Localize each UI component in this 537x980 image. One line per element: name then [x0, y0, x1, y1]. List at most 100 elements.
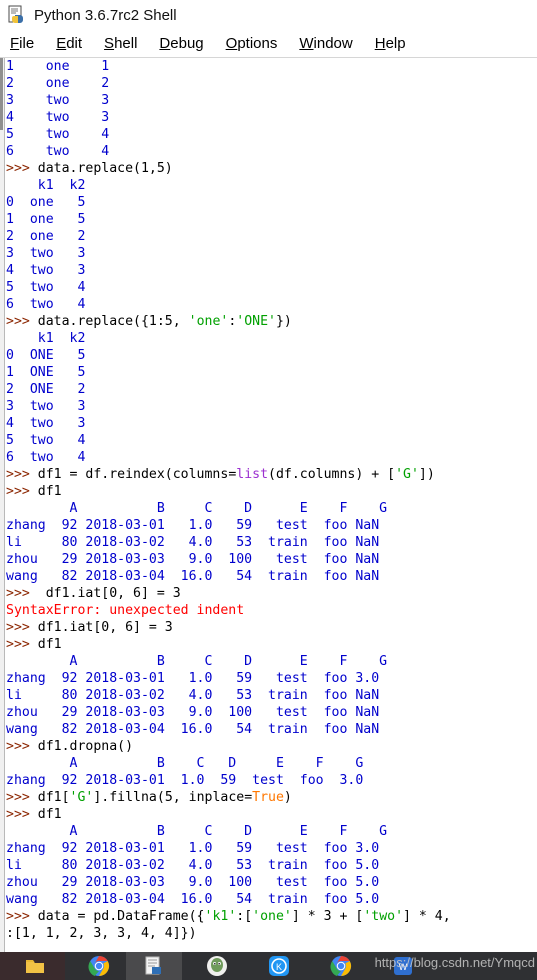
shell-line: 4 two 3 [6, 415, 537, 432]
shell-line: k1 k2 [6, 330, 537, 347]
shell-segment: 1 one 1 [6, 59, 110, 74]
shell-line: 0 ONE 5 [6, 347, 537, 364]
shell-segment: li 80 2018-03-02 4.0 53 train foo 5.0 [6, 858, 380, 873]
menu-options[interactable]: Options [226, 35, 278, 52]
menu-bar: File Edit Shell Debug Options Window Hel… [0, 30, 537, 58]
shell-output[interactable]: 1 one 1 2 one 2 3 two 3 4 two 3 5 two 4 6 two… [6, 58, 537, 952]
notepad-document-icon[interactable] [142, 955, 164, 977]
menu-window[interactable]: Window [299, 35, 352, 52]
shell-segment: df1 [37, 807, 62, 822]
prompt-marker: >>> [6, 467, 38, 482]
shell-segment: 4 two 3 [6, 110, 110, 125]
shell-segment: ] * 4, [403, 909, 451, 924]
shell-segment: A B C D E F G [6, 501, 388, 516]
kugou-app-icon[interactable]: K [268, 955, 290, 977]
shell-segment: data.replace(1,5) [37, 161, 173, 176]
shell-segment: 'G' [395, 467, 419, 482]
shell-segment: 5 two 4 [6, 433, 86, 448]
shell-segment: 'ONE' [236, 314, 276, 329]
shell-line: wang 82 2018-03-04 16.0 54 train foo NaN [6, 721, 537, 738]
avatar-app-icon[interactable] [206, 955, 228, 977]
shell-segment: k1 k2 [6, 331, 86, 346]
chrome-icon[interactable] [88, 955, 110, 977]
shell-segment: 5 two 4 [6, 127, 110, 142]
shell-segment: 5 two 4 [6, 280, 86, 295]
shell-line: 6 two 4 [6, 143, 537, 160]
shell-line: li 80 2018-03-02 4.0 53 train foo 5.0 [6, 857, 537, 874]
shell-segment: A B C D E F G [6, 654, 388, 669]
shell-line: SyntaxError: unexpected indent [6, 602, 537, 619]
shell-line: A B C D E F G [6, 755, 537, 772]
shell-line: li 80 2018-03-02 4.0 53 train foo NaN [6, 534, 537, 551]
shell-segment: df1 = df.reindex(columns= [37, 467, 237, 482]
shell-segment: li 80 2018-03-02 4.0 53 train foo NaN [6, 535, 380, 550]
shell-segment: SyntaxError: unexpected indent [6, 603, 245, 618]
shell-line: 1 ONE 5 [6, 364, 537, 381]
shell-segment: }) [275, 314, 292, 329]
shell-line: 3 two 3 [6, 92, 537, 109]
menu-help[interactable]: Help [375, 35, 406, 52]
file-explorer-icon[interactable] [24, 955, 46, 977]
prompt-marker: >>> [6, 790, 38, 805]
shell-segment: df1.iat[0, 6] = 3 [37, 586, 181, 601]
chrome-icon-2[interactable] [330, 955, 352, 977]
shell-line: 4 two 3 [6, 109, 537, 126]
menu-help-mnemonic: H [374, 35, 386, 52]
shell-segment: 2 ONE 2 [6, 382, 86, 397]
shell-segment: 'two' [363, 909, 404, 924]
shell-segment: li 80 2018-03-02 4.0 53 train foo NaN [6, 688, 380, 703]
shell-segment: 6 two 4 [6, 144, 110, 159]
menu-shell-rest: hell [114, 35, 138, 52]
shell-text-area[interactable]: 1 one 1 2 one 2 3 two 3 4 two 3 5 two 4 6 two… [0, 58, 537, 952]
shell-segment: :[ [236, 909, 253, 924]
windows-taskbar: K W https://blog.csdn.net/Ymqcd [0, 952, 537, 980]
shell-line: zhang 92 2018-03-01 1.0 59 test foo 3.0 [6, 840, 537, 857]
shell-segment: (df.columns) + [ [268, 467, 396, 482]
prompt-marker: >>> [6, 739, 38, 754]
shell-line: k1 k2 [6, 177, 537, 194]
shell-line: 4 two 3 [6, 262, 537, 279]
shell-segment: ]) [418, 467, 435, 482]
watermark-url: https://blog.csdn.net/Ymqcd [374, 955, 535, 970]
shell-line: 5 two 4 [6, 126, 537, 143]
shell-line: 1 one 5 [6, 211, 537, 228]
shell-line: >>> df1['G'].fillna(5, inplace=True) [6, 789, 537, 806]
menu-file[interactable]: File [10, 35, 34, 52]
shell-line: 2 one 2 [6, 228, 537, 245]
shell-line: >>> df1 [6, 483, 537, 500]
shell-line: >>> df1 [6, 636, 537, 653]
svg-text:K: K [276, 962, 282, 972]
shell-segment: A B C D E F G [6, 756, 364, 771]
menu-debug[interactable]: Debug [159, 35, 203, 52]
shell-line: 6 two 4 [6, 296, 537, 313]
shell-line: zhou 29 2018-03-03 9.0 100 test foo NaN [6, 704, 537, 721]
shell-segment: 3 two 3 [6, 246, 86, 261]
shell-segment: 'one' [188, 314, 229, 329]
shell-segment: 3 two 3 [6, 399, 86, 414]
shell-segment: ] * 3 + [ [291, 909, 364, 924]
shell-segment: zhou 29 2018-03-03 9.0 100 test foo 5.0 [6, 875, 380, 890]
vertical-scrollbar[interactable] [0, 58, 5, 952]
shell-line: :[1, 1, 2, 3, 3, 4, 4]}) [6, 925, 537, 942]
menu-edit[interactable]: Edit [56, 35, 82, 52]
shell-line: zhou 29 2018-03-03 9.0 100 test foo 5.0 [6, 874, 537, 891]
prompt-marker: >>> [6, 807, 38, 822]
shell-segment: zhang 92 2018-03-01 1.0 59 test foo NaN [6, 518, 380, 533]
shell-line: >>> data.replace(1,5) [6, 160, 537, 177]
shell-segment: ].fillna(5, inplace= [93, 790, 253, 805]
shell-line: A B C D E F G [6, 653, 537, 670]
shell-line: 6 two 4 [6, 449, 537, 466]
shell-segment: ) [283, 790, 292, 805]
menu-shell-mnemonic: S [104, 35, 115, 52]
window-title: Python 3.6.7rc2 Shell [34, 6, 177, 24]
shell-line: zhang 92 2018-03-01 1.0 59 test foo 3.0 [6, 772, 537, 789]
shell-line: >>> data.replace({1:5, 'one':'ONE'}) [6, 313, 537, 330]
menu-options-mnemonic: O [225, 35, 238, 52]
shell-segment: 'k1' [204, 909, 237, 924]
shell-line: 5 two 4 [6, 432, 537, 449]
shell-segment: True [252, 790, 284, 805]
shell-segment: zhang 92 2018-03-01 1.0 59 test foo 3.0 [6, 841, 380, 856]
menu-shell[interactable]: Shell [104, 35, 137, 52]
shell-segment: zhang 92 2018-03-01 1.0 59 test foo 3.0 [6, 773, 364, 788]
shell-segment: 4 two 3 [6, 263, 86, 278]
